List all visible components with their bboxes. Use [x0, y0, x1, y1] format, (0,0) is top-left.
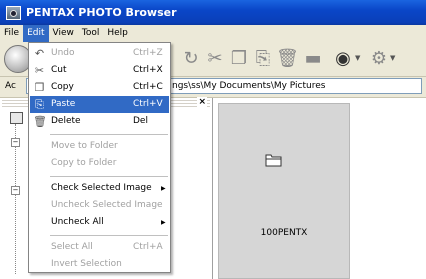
menu-item-uncheck-selected-image[interactable]: Uncheck Selected Image — [30, 197, 169, 214]
move-to-folder-label: Move to Folder — [51, 141, 118, 151]
tree-collapse-icon[interactable]: − — [11, 138, 20, 147]
invert-selection-label: Invert Selection — [51, 259, 122, 269]
cut-label: Cut — [51, 65, 67, 75]
cut-icon[interactable]: ✂ — [204, 48, 226, 70]
copy-shortcut: Ctrl+C — [133, 82, 163, 92]
edit-menu-dropdown: ↶ Undo Ctrl+Z ✂ Cut Ctrl+X ❐ Copy Ctrl+C… — [28, 42, 171, 273]
delete-label: Delete — [51, 116, 81, 126]
delete-icon: 🗑︎ — [33, 115, 47, 128]
menu-item-copy-to-folder[interactable]: Copy to Folder — [30, 155, 169, 172]
tree-collapse-icon[interactable]: − — [11, 186, 20, 195]
tool-dropdown-icon[interactable]: ▼ — [390, 54, 395, 62]
thumbnail-pane: 100PENTX — [213, 98, 426, 279]
menu-item-copy[interactable]: ❐ Copy Ctrl+C — [30, 79, 169, 96]
select-all-shortcut: Ctrl+A — [133, 242, 163, 252]
uncheck-all-label: Uncheck All — [51, 217, 104, 227]
title-bar: PENTAX PHOTO Browser — [0, 0, 426, 25]
menu-file[interactable]: File — [0, 25, 23, 42]
window-title: PENTAX PHOTO Browser — [26, 6, 177, 19]
close-icon[interactable]: × — [197, 97, 207, 107]
cut-shortcut: Ctrl+X — [133, 65, 163, 75]
menu-separator — [50, 235, 168, 236]
app-icon — [6, 5, 21, 20]
menu-item-move-to-folder[interactable]: Move to Folder — [30, 138, 169, 155]
paste-icon[interactable]: ⎘ — [252, 48, 274, 70]
copy-label: Copy — [51, 82, 74, 92]
folder-icon — [265, 154, 282, 167]
delete-shortcut: Del — [133, 116, 148, 126]
menu-item-select-all[interactable]: Select All Ctrl+A — [30, 239, 169, 256]
menu-edit[interactable]: Edit — [23, 25, 49, 42]
menu-item-invert-selection[interactable]: Invert Selection — [30, 256, 169, 273]
undo-icon: ↶ — [34, 47, 45, 60]
menu-help[interactable]: Help — [103, 25, 132, 42]
uncheck-selected-image-label: Uncheck Selected Image — [51, 200, 163, 210]
menu-item-uncheck-all[interactable]: Uncheck All ▶ — [30, 214, 169, 231]
menu-item-check-selected-image[interactable]: Check Selected Image ▶ — [30, 180, 169, 197]
submenu-arrow-icon: ▶ — [161, 185, 166, 192]
menu-bar: File Edit View Tool Help — [0, 25, 426, 42]
paste-icon: ⎘ — [35, 98, 44, 111]
tool-icon[interactable]: ⚙ — [368, 48, 390, 70]
view-icon[interactable]: ◉ — [332, 48, 354, 70]
menu-item-undo[interactable]: ↶ Undo Ctrl+Z — [30, 45, 169, 62]
paste-label: Paste — [51, 99, 76, 109]
cut-icon: ✂ — [34, 64, 45, 77]
select-all-label: Select All — [51, 242, 93, 252]
menu-separator — [50, 176, 168, 177]
address-label: Ac — [5, 81, 16, 91]
view-dropdown-icon[interactable]: ▼ — [355, 54, 360, 62]
desktop-icon[interactable] — [10, 112, 23, 124]
menu-item-cut[interactable]: ✂ Cut Ctrl+X — [30, 62, 169, 79]
monitor-icon[interactable]: ▬ — [302, 48, 324, 70]
undo-shortcut: Ctrl+Z — [133, 48, 163, 58]
copy-to-folder-label: Copy to Folder — [51, 158, 117, 168]
undo-label: Undo — [51, 48, 75, 58]
paste-shortcut: Ctrl+V — [133, 99, 163, 109]
submenu-arrow-icon: ▶ — [161, 219, 166, 226]
rotate-icon[interactable]: ↻ — [180, 48, 202, 70]
copy-icon[interactable]: ❐ — [228, 48, 250, 70]
copy-icon: ❐ — [34, 81, 45, 94]
folder-label: 100PENTX — [260, 228, 308, 238]
menu-view[interactable]: View — [49, 25, 78, 42]
menu-item-delete[interactable]: 🗑︎ Delete Del — [30, 113, 169, 130]
menu-tool[interactable]: Tool — [78, 25, 103, 42]
check-selected-image-label: Check Selected Image — [51, 183, 152, 193]
folder-thumbnail[interactable]: 100PENTX — [218, 103, 350, 279]
menu-separator — [50, 134, 168, 135]
delete-icon[interactable]: 🗑︎ — [276, 48, 299, 70]
menu-item-paste[interactable]: ⎘ Paste Ctrl+V — [30, 96, 169, 113]
